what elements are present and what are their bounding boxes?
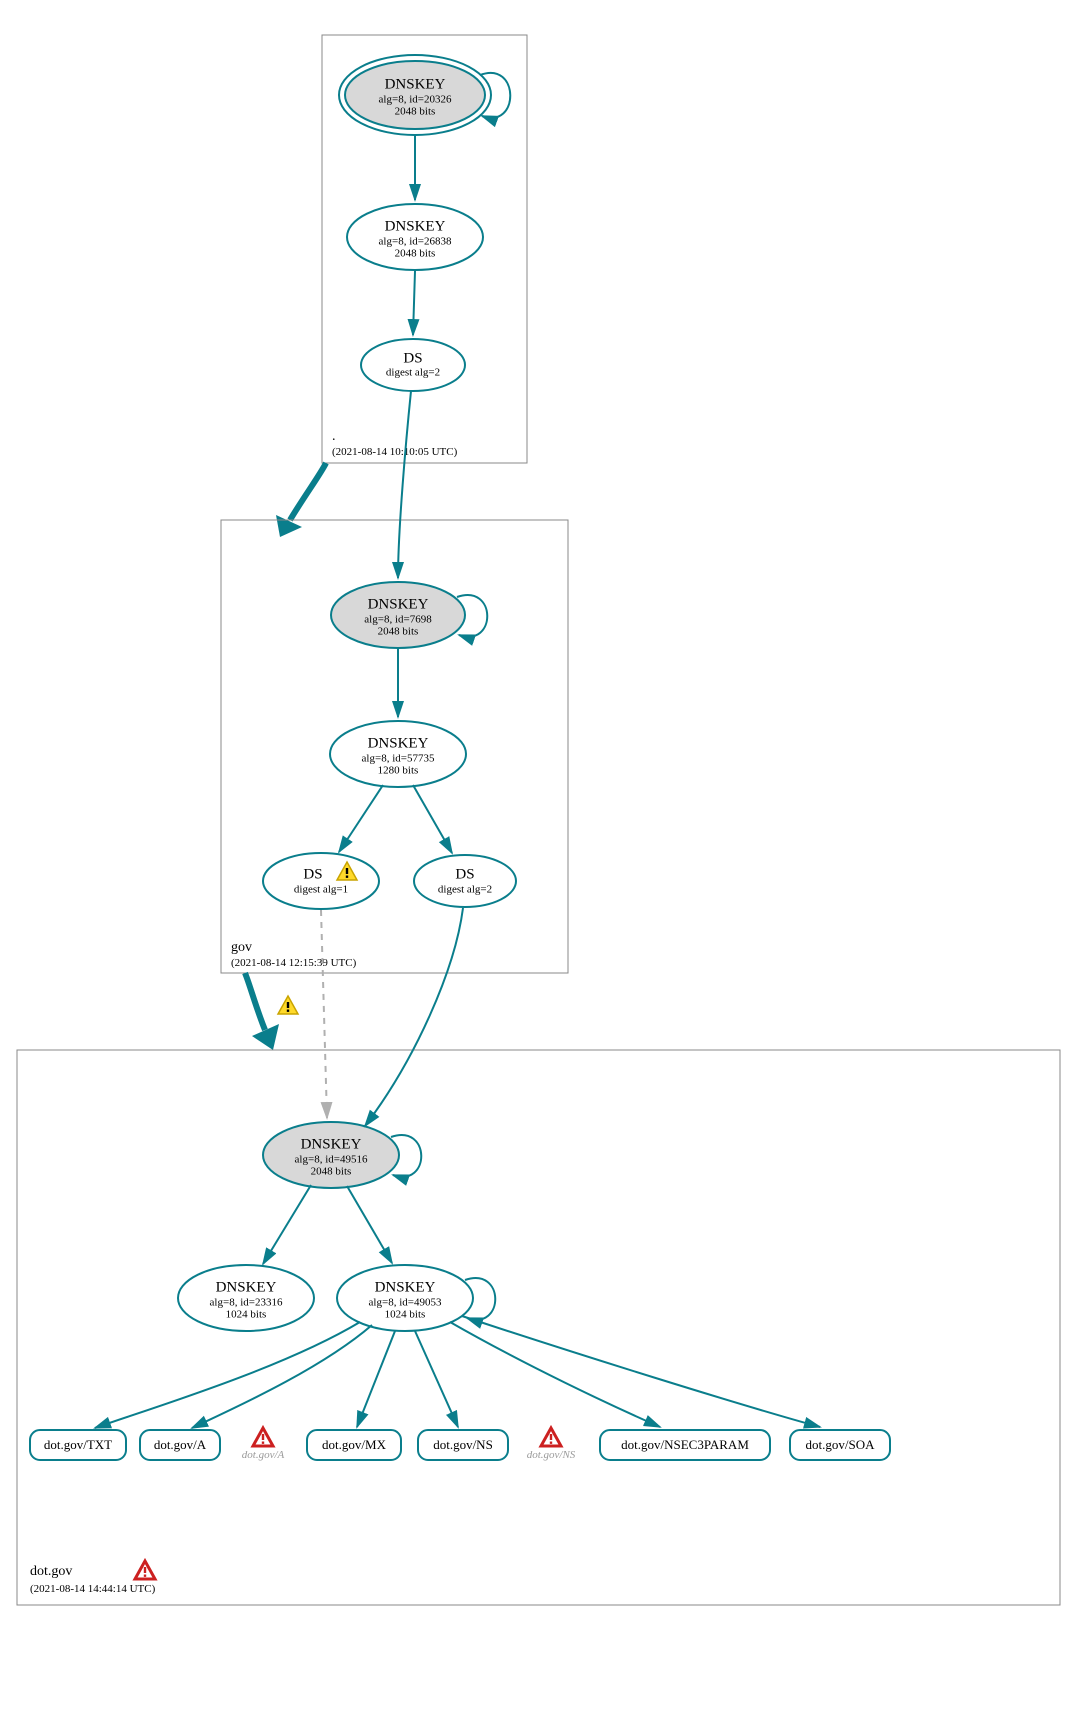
edge-zsk2-a	[192, 1325, 372, 1428]
node-root-zsk: DNSKEY alg=8, id=26838 2048 bits	[347, 204, 483, 270]
ghost-a: dot.gov/A	[242, 1428, 285, 1461]
node-gov-ds2: DS digest alg=2	[414, 855, 516, 907]
leaf-mx: dot.gov/MX	[307, 1430, 401, 1460]
svg-text:alg=8, id=23316: alg=8, id=23316	[210, 1297, 283, 1309]
svg-text:DNSKEY: DNSKEY	[301, 1136, 362, 1152]
svg-text:dot.gov/NSEC3PARAM: dot.gov/NSEC3PARAM	[621, 1437, 749, 1452]
svg-text:digest alg=2: digest alg=2	[438, 884, 492, 896]
edge-govzsk-ds1	[339, 785, 383, 852]
svg-text:2048 bits: 2048 bits	[378, 626, 419, 638]
zone-root-ts: (2021-08-14 10:10:05 UTC)	[332, 446, 458, 458]
edge-govzsk-ds2	[413, 785, 452, 853]
svg-text:dot.gov/NS: dot.gov/NS	[527, 1449, 576, 1461]
node-gov-ksk: DNSKEY alg=8, id=7698 2048 bits	[331, 582, 465, 648]
node-dg-ksk: DNSKEY alg=8, id=49516 2048 bits	[263, 1122, 399, 1188]
svg-text:alg=8, id=57735: alg=8, id=57735	[362, 753, 435, 765]
svg-text:DS: DS	[455, 866, 474, 882]
zone-gov-label: gov	[231, 940, 252, 955]
edge-zsk2-ns	[415, 1331, 458, 1427]
svg-text:DNSKEY: DNSKEY	[375, 1279, 436, 1295]
svg-text:DS: DS	[403, 350, 422, 366]
edge-rootds-govksk	[398, 391, 411, 578]
svg-text:DNSKEY: DNSKEY	[368, 596, 429, 612]
svg-text:1024 bits: 1024 bits	[385, 1309, 426, 1321]
svg-text:1024 bits: 1024 bits	[226, 1309, 267, 1321]
node-root-ksk: DNSKEY alg=8, id=20326 2048 bits	[339, 55, 491, 135]
warning-icon	[278, 996, 298, 1014]
svg-text:dot.gov/TXT: dot.gov/TXT	[44, 1437, 112, 1452]
edge-dgksk-zsk2	[347, 1186, 392, 1263]
node-dg-zsk1: DNSKEY alg=8, id=23316 1024 bits	[178, 1265, 314, 1331]
svg-text:DNSKEY: DNSKEY	[368, 735, 429, 751]
svg-text:digest alg=2: digest alg=2	[386, 367, 440, 379]
edge-deleg-root-gov	[290, 463, 326, 520]
node-root-ds: DS digest alg=2	[361, 339, 465, 391]
svg-text:dot.gov/SOA: dot.gov/SOA	[806, 1437, 876, 1452]
svg-text:dot.gov/MX: dot.gov/MX	[322, 1437, 387, 1452]
edge-zsk2-nsec3	[450, 1322, 660, 1427]
zone-gov-ts: (2021-08-14 12:15:39 UTC)	[231, 957, 357, 969]
zone-root-label: .	[332, 429, 336, 444]
svg-text:1280 bits: 1280 bits	[378, 765, 419, 777]
edge-rootzsk-rootds	[413, 271, 415, 335]
svg-text:alg=8, id=7698: alg=8, id=7698	[364, 614, 432, 626]
svg-text:dot.gov/A: dot.gov/A	[242, 1449, 285, 1461]
svg-text:DS: DS	[303, 866, 322, 882]
svg-text:dot.gov/A: dot.gov/A	[154, 1437, 207, 1452]
leaf-a: dot.gov/A	[140, 1430, 220, 1460]
svg-text:DNSKEY: DNSKEY	[385, 76, 446, 92]
zone-dotgov-ts: (2021-08-14 14:44:14 UTC)	[30, 1583, 156, 1595]
svg-text:2048 bits: 2048 bits	[311, 1166, 352, 1178]
svg-text:alg=8, id=26838: alg=8, id=26838	[379, 236, 452, 248]
svg-text:2048 bits: 2048 bits	[395, 106, 436, 118]
node-gov-zsk: DNSKEY alg=8, id=57735 1280 bits	[330, 721, 466, 787]
edge-govds1-dgksk	[321, 910, 327, 1118]
edge-deleg-gov-dotgov	[245, 973, 265, 1030]
ghost-ns: dot.gov/NS	[527, 1428, 576, 1461]
edge-zsk2-mx	[357, 1331, 395, 1427]
edge-zsk2-soa	[462, 1316, 820, 1427]
svg-text:2048 bits: 2048 bits	[395, 248, 436, 260]
node-dg-zsk2: DNSKEY alg=8, id=49053 1024 bits	[337, 1265, 473, 1331]
leaf-ns: dot.gov/NS	[418, 1430, 508, 1460]
svg-text:digest alg=1: digest alg=1	[294, 884, 348, 896]
svg-text:DNSKEY: DNSKEY	[385, 218, 446, 234]
svg-text:alg=8, id=49516: alg=8, id=49516	[295, 1154, 368, 1166]
edge-dgksk-zsk1	[263, 1185, 311, 1264]
svg-text:dot.gov/NS: dot.gov/NS	[433, 1437, 493, 1452]
leaf-txt: dot.gov/TXT	[30, 1430, 126, 1460]
svg-text:alg=8, id=49053: alg=8, id=49053	[369, 1297, 442, 1309]
leaf-soa: dot.gov/SOA	[790, 1430, 890, 1460]
zone-dotgov-box	[17, 1050, 1060, 1605]
node-gov-ds1: DS digest alg=1	[263, 853, 379, 909]
svg-text:alg=8, id=20326: alg=8, id=20326	[379, 94, 452, 106]
leaf-nsec3: dot.gov/NSEC3PARAM	[600, 1430, 770, 1460]
svg-text:DNSKEY: DNSKEY	[216, 1279, 277, 1295]
edge-govds2-dgksk	[365, 908, 463, 1126]
zone-dotgov-label: dot.gov	[30, 1564, 72, 1579]
error-icon	[135, 1561, 155, 1579]
